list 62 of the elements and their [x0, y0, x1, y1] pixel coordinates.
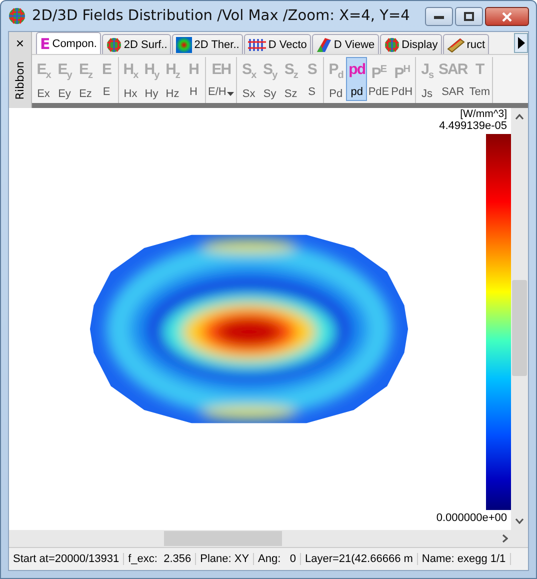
ribbon-button[interactable]: P$^{E}$ PdE — [367, 57, 390, 101]
tab[interactable]: E Compon. — [36, 32, 101, 54]
ribbon-button[interactable]: pd pd — [346, 57, 368, 101]
horizontal-scrollbar[interactable] — [9, 530, 528, 547]
tab[interactable]: 2D Ther.. — [172, 34, 244, 54]
ribbon-button[interactable]: P$^{H}$ PdH — [390, 57, 414, 101]
minimize-icon — [433, 14, 445, 20]
tab[interactable]: ruct — [442, 34, 490, 54]
tab[interactable]: Display — [380, 34, 442, 54]
scroll-thumb[interactable] — [512, 280, 527, 376]
ribbon-button[interactable]: S S — [301, 57, 322, 101]
status-text: Start at=20000/13931 — [9, 553, 124, 565]
max-value: 4.499139e-05 — [439, 120, 508, 132]
globe-icon — [384, 36, 400, 52]
scroll-right-button[interactable] — [514, 33, 528, 53]
ribbon-button[interactable]: EH E/H — [207, 57, 236, 101]
minimize-button[interactable] — [425, 7, 453, 26]
vertical-scrollbar[interactable] — [511, 108, 528, 530]
ribbon-button[interactable]: H$_{z}$ Hz — [162, 57, 183, 101]
ribbon-button[interactable]: H H — [183, 57, 204, 101]
close-panel-button[interactable]: × — [11, 34, 29, 52]
status-text: Layer=21(42.66666 m — [300, 553, 418, 565]
ribbon-button[interactable]: S$_{x}$ Sx — [238, 57, 260, 101]
ribbon-button[interactable]: E$_{z}$ Ez — [75, 57, 96, 101]
ribbon-label[interactable]: Ribbon — [14, 61, 26, 100]
ribbon-button[interactable]: P$_{d}$ Pd — [325, 57, 346, 101]
ribbon-button[interactable]: H$_{y}$ Hy — [141, 57, 162, 101]
ribbon-button[interactable]: J$_{s}$ Js — [416, 57, 438, 101]
maximize-icon — [463, 12, 475, 22]
letter-icon: E — [40, 34, 50, 52]
ribbon-button[interactable]: E E — [96, 57, 117, 101]
vector-field-icon — [248, 36, 266, 52]
globe-icon — [8, 7, 26, 25]
unit-label: [W/mm^3] — [460, 108, 508, 120]
status-text: Name: exegg 1/1 — [418, 553, 511, 565]
status-text: f_exc: 2.356 — [124, 553, 196, 565]
tab[interactable]: D Vecto — [244, 34, 311, 54]
window-title: 2D/3D Fields Distribution /Vol Max /Zoom: X=4, Y=4 — [32, 8, 410, 24]
ribbon-button[interactable]: S$_{y}$ Sy — [259, 57, 280, 101]
ribbon-button[interactable]: S$_{z}$ Sz — [280, 57, 302, 101]
ribbon-button[interactable]: SAR SAR — [438, 57, 468, 101]
thermal-map-icon — [176, 36, 192, 52]
close-button[interactable] — [485, 7, 529, 26]
ribbon-button[interactable]: E$_{y}$ Ey — [54, 57, 75, 101]
beam-icon — [446, 36, 465, 52]
scroll-thumb[interactable] — [164, 531, 282, 546]
scroll-right-icon — [502, 534, 508, 543]
status-text: Ang: 0 — [254, 553, 301, 565]
status-text: Plane: XY — [196, 553, 254, 565]
min-value: 0.000000e+00 — [436, 512, 508, 524]
viewer-icon — [316, 36, 332, 52]
ribbon-button[interactable]: T Tem — [468, 57, 491, 101]
scroll-down-icon — [515, 518, 524, 524]
ribbon-button[interactable]: E$_{x}$ Ex — [33, 57, 54, 101]
maximize-button[interactable] — [455, 7, 483, 26]
scroll-up-icon — [515, 114, 524, 120]
tab[interactable]: 2D Surf.. — [102, 34, 172, 54]
triangle-right-icon — [516, 36, 526, 50]
close-icon — [501, 12, 513, 22]
tab[interactable]: D Viewe — [312, 34, 379, 54]
globe-icon — [106, 36, 122, 52]
ribbon-button[interactable]: H$_{x}$ Hx — [120, 57, 141, 101]
